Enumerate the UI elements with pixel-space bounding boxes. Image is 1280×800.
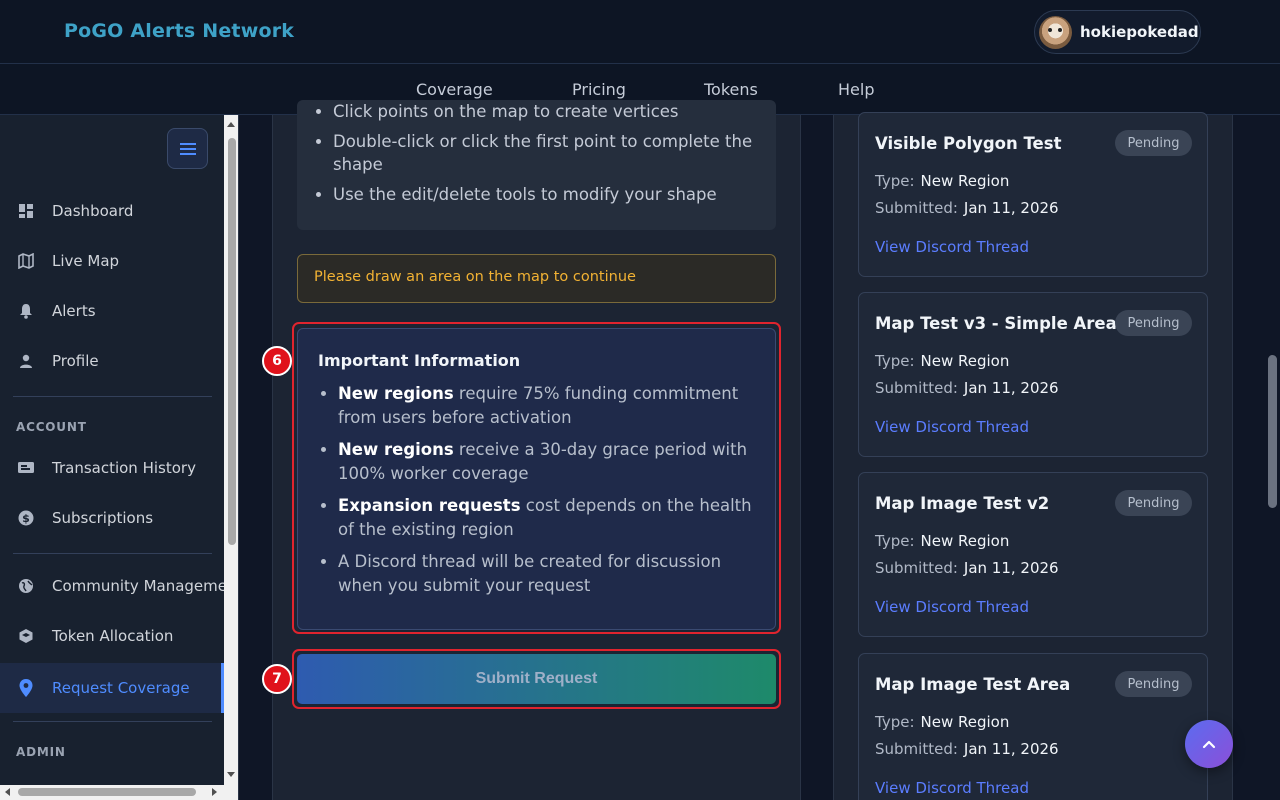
draw-area-warning: Please draw an area on the map to contin… bbox=[297, 254, 776, 303]
sidebar-section-account: ACCOUNT bbox=[16, 420, 87, 434]
sidebar-vertical-scroll-thumb[interactable] bbox=[228, 138, 236, 545]
sidebar-item-community-management[interactable]: Community Management bbox=[0, 562, 224, 610]
step-badge: 7 bbox=[262, 664, 292, 694]
sidebar-item-label: Transaction History bbox=[52, 459, 196, 477]
request-card: Map Image Test Area Pending Type: New Reg… bbox=[858, 653, 1208, 800]
sidebar-item-label: Subscriptions bbox=[52, 509, 154, 527]
sidebar-item-label: Profile bbox=[52, 352, 99, 370]
sidebar-item-request-coverage[interactable]: Request Coverage bbox=[0, 663, 224, 713]
scroll-up-arrow-icon[interactable] bbox=[227, 122, 235, 127]
request-submitted: Submitted: Jan 11, 2026 bbox=[875, 740, 1059, 758]
receipt-icon bbox=[17, 459, 35, 477]
scroll-left-arrow-icon[interactable] bbox=[5, 788, 10, 796]
avatar bbox=[1039, 15, 1072, 49]
discord-thread-link[interactable]: View Discord Thread bbox=[875, 418, 1029, 436]
request-type: Type: New Region bbox=[875, 352, 1010, 370]
sidebar-item-label: Alerts bbox=[52, 302, 96, 320]
sidebar-item-transaction-history[interactable]: Transaction History bbox=[0, 444, 224, 492]
request-card: Visible Polygon Test Pending Type: New Re… bbox=[858, 112, 1208, 277]
instruction-item: Double-click or click the first point to… bbox=[333, 130, 763, 176]
discord-thread-link[interactable]: View Discord Thread bbox=[875, 779, 1029, 797]
nav-link-pricing[interactable]: Pricing bbox=[572, 80, 626, 99]
discord-thread-link[interactable]: View Discord Thread bbox=[875, 598, 1029, 616]
sidebar: Dashboard Live Map Alerts Profile ACCOUN… bbox=[0, 115, 239, 800]
request-title: Map Image Test Area bbox=[875, 675, 1071, 694]
sidebar-divider bbox=[13, 721, 212, 722]
dollar-icon: $ bbox=[17, 509, 35, 527]
sidebar-divider bbox=[13, 396, 212, 397]
highlight-frame bbox=[292, 322, 781, 634]
status-badge: Pending bbox=[1115, 130, 1192, 156]
globe-icon bbox=[17, 577, 35, 595]
person-icon bbox=[17, 352, 35, 370]
highlight-frame bbox=[292, 649, 781, 709]
request-title: Map Test v3 - Simple Area bbox=[875, 314, 1117, 333]
request-title: Map Image Test v2 bbox=[875, 494, 1050, 513]
sidebar-horizontal-scroll-thumb[interactable] bbox=[18, 788, 196, 796]
instruction-item: Click points on the map to create vertic… bbox=[333, 100, 763, 123]
request-title: Visible Polygon Test bbox=[875, 134, 1062, 153]
pin-icon bbox=[17, 679, 35, 697]
instruction-item: Use the edit/delete tools to modify your… bbox=[333, 183, 763, 206]
step-badge: 6 bbox=[262, 346, 292, 376]
token-icon bbox=[17, 627, 35, 645]
sidebar-item-alerts[interactable]: Alerts bbox=[0, 287, 224, 335]
request-type: Type: New Region bbox=[875, 713, 1010, 731]
map-instructions: Click points on the map to create vertic… bbox=[297, 100, 776, 230]
brand-logo[interactable]: PoGO Alerts Network bbox=[64, 20, 294, 42]
dashboard-icon bbox=[17, 202, 35, 220]
sidebar-section-admin: ADMIN bbox=[16, 745, 66, 759]
request-type: Type: New Region bbox=[875, 172, 1010, 190]
username: hokiepokedad bbox=[1080, 23, 1199, 41]
nav-link-help[interactable]: Help bbox=[838, 80, 874, 99]
sidebar-item-label: Token Allocation bbox=[52, 627, 174, 645]
top-bar: PoGO Alerts Network hokiepokedad bbox=[0, 0, 1280, 64]
page-scroll-thumb[interactable] bbox=[1268, 355, 1277, 508]
sidebar-item-live-map[interactable]: Live Map bbox=[0, 237, 224, 285]
scroll-to-top-button[interactable] bbox=[1185, 720, 1233, 768]
request-card: Map Image Test v2 Pending Type: New Regio… bbox=[858, 472, 1208, 637]
sidebar-item-label: Request Coverage bbox=[52, 679, 190, 697]
bell-icon bbox=[17, 302, 35, 320]
request-type: Type: New Region bbox=[875, 532, 1010, 550]
nav-link-tokens[interactable]: Tokens bbox=[704, 80, 758, 99]
sidebar-item-token-allocation[interactable]: Token Allocation bbox=[0, 612, 224, 660]
scroll-right-arrow-icon[interactable] bbox=[212, 788, 217, 796]
status-badge: Pending bbox=[1115, 310, 1192, 336]
status-badge: Pending bbox=[1115, 671, 1192, 697]
scroll-down-arrow-icon[interactable] bbox=[227, 772, 235, 777]
sidebar-divider bbox=[13, 553, 212, 554]
sidebar-item-label: Community Management bbox=[52, 577, 224, 595]
request-card: Map Test v3 - Simple Area Pending Type: N… bbox=[858, 292, 1208, 457]
sidebar-item-label: Live Map bbox=[52, 252, 120, 270]
status-badge: Pending bbox=[1115, 490, 1192, 516]
request-submitted: Submitted: Jan 11, 2026 bbox=[875, 379, 1059, 397]
chevron-up-icon bbox=[1202, 740, 1216, 749]
request-submitted: Submitted: Jan 11, 2026 bbox=[875, 199, 1059, 217]
user-menu-button[interactable]: hokiepokedad bbox=[1034, 10, 1201, 54]
sidebar-item-label: Dashboard bbox=[52, 202, 134, 220]
request-submitted: Submitted: Jan 11, 2026 bbox=[875, 559, 1059, 577]
menu-toggle-button[interactable] bbox=[167, 128, 208, 169]
map-icon bbox=[17, 252, 35, 270]
nav-link-coverage[interactable]: Coverage bbox=[416, 80, 493, 99]
sidebar-item-subscriptions[interactable]: $ Subscriptions bbox=[0, 494, 224, 542]
sidebar-item-profile[interactable]: Profile bbox=[0, 337, 224, 385]
discord-thread-link[interactable]: View Discord Thread bbox=[875, 238, 1029, 256]
sidebar-item-dashboard[interactable]: Dashboard bbox=[0, 187, 224, 235]
svg-text:$: $ bbox=[22, 512, 30, 525]
hamburger-icon bbox=[179, 142, 196, 155]
